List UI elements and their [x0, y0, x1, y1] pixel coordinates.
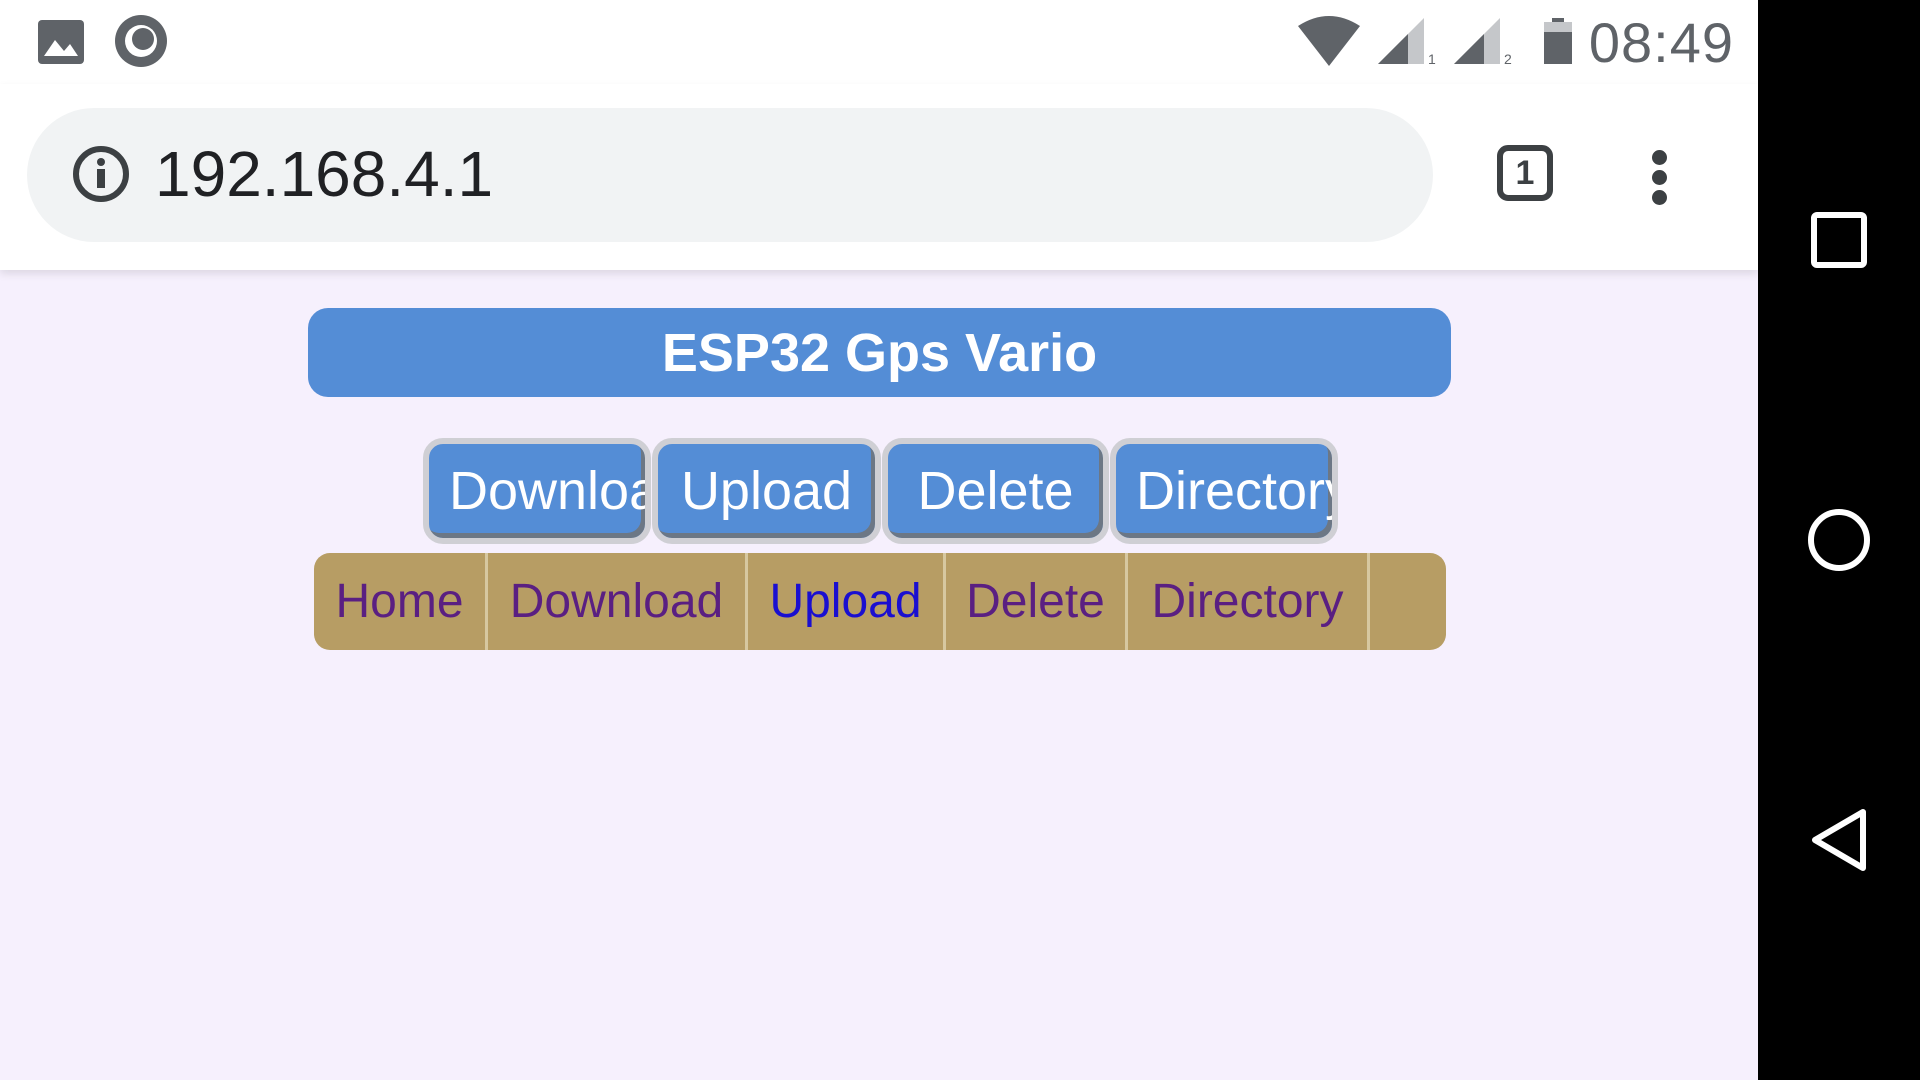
overflow-menu-icon[interactable] [1646, 142, 1676, 206]
svg-text:1: 1 [1428, 51, 1436, 66]
android-navigation-bar [1758, 0, 1920, 1080]
url-text[interactable]: 192.168.4.1 [155, 134, 493, 214]
nav-download[interactable]: Download [488, 553, 748, 650]
nav-home[interactable]: Home [314, 553, 488, 650]
info-icon[interactable] [71, 144, 131, 209]
back-icon[interactable] [1758, 808, 1920, 872]
address-bar[interactable]: 192.168.4.1 [27, 108, 1433, 242]
sync-icon [112, 12, 170, 75]
recents-icon[interactable] [1758, 212, 1920, 268]
tabs-icon[interactable]: 1 [1497, 145, 1553, 201]
page-title: ESP32 Gps Vario [308, 308, 1451, 397]
upload-button[interactable]: Upload [652, 438, 881, 544]
nav-directory[interactable]: Directory [1128, 553, 1370, 650]
battery-icon [1544, 18, 1572, 69]
signal-sim1-icon: 1 [1378, 18, 1438, 71]
gallery-icon [38, 20, 84, 69]
directory-button[interactable]: Directory [1110, 438, 1338, 544]
home-icon[interactable] [1758, 508, 1920, 572]
status-time: 08:49 [1588, 11, 1734, 74]
status-bar: 1 2 08:49 [0, 0, 1758, 84]
signal-sim2-icon: 2 [1454, 18, 1514, 71]
delete-button[interactable]: Delete [882, 438, 1109, 544]
nav-delete[interactable]: Delete [946, 553, 1128, 650]
web-page: ESP32 Gps Vario Download Upload Delete D… [0, 270, 1758, 1080]
svg-text:2: 2 [1504, 51, 1512, 66]
action-buttons: Download Upload Delete Directory [0, 438, 1758, 548]
browser-toolbar: 192.168.4.1 1 [0, 84, 1758, 270]
nav-menu: Home Download Upload Delete Directory [314, 553, 1446, 650]
wifi-icon [1298, 16, 1360, 71]
nav-upload[interactable]: Upload [748, 553, 946, 650]
download-button[interactable]: Download [423, 438, 651, 544]
